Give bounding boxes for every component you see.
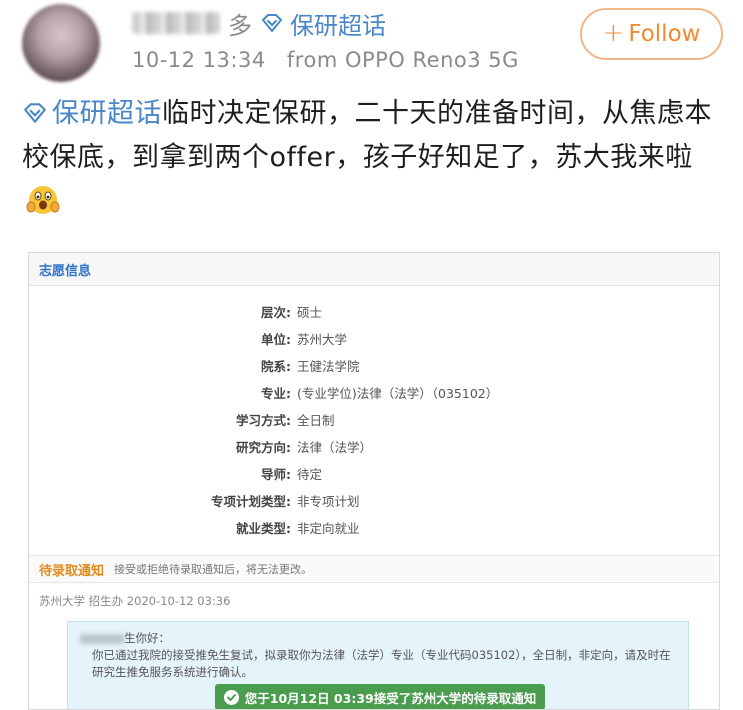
post-source: from OPPO Reno3 5G [286,48,519,72]
accept-status-text: 您于10月12日 03:39接受了苏州大学的待录取通知 [244,690,537,706]
panel-title: 志愿信息 [29,253,719,286]
embedded-screenshot: 志愿信息 层次: 硕士 单位: 苏州大学 院系: 王健法学院 专业: (专业学位… [28,252,720,710]
info-value: 非定向就业 [297,521,360,536]
follow-button[interactable]: + Follow [580,8,723,60]
info-key: 导师: [261,467,291,482]
info-value: (专业学位)法律（法学）（035102） [297,386,499,401]
accept-status-badge: 您于10月12日 03:39接受了苏州大学的待录取通知 [215,684,545,709]
info-row: 专业: (专业学位)法律（法学）（035102） [29,379,719,406]
diamond-icon [262,14,282,32]
post-meta: 10-12 13:34 from OPPO Reno3 5G [132,48,519,72]
info-value: 硕士 [297,305,323,320]
letter-body: 你已通过我院的接受推免生复试，拟录取你为法律（法学）专业（专业代码035102）… [92,648,671,679]
info-row: 层次: 硕士 [29,298,719,325]
scared-face-emoji-icon [26,186,60,214]
info-value: 待定 [297,467,323,482]
check-circle-icon [223,689,239,705]
info-key: 研究方向: [236,440,291,455]
info-row: 导师: 待定 [29,460,719,487]
info-value: 王健法学院 [297,359,360,374]
info-key: 就业类型: [236,521,291,536]
post-body: 保研超话临时决定保研，二十天的准备时间，从焦虑本校保底，到拿到两个offer，孩… [22,92,727,224]
avatar[interactable] [22,4,100,82]
username-suffix[interactable]: 多 [228,6,252,41]
info-key: 院系: [261,359,291,374]
redacted-username[interactable] [132,12,220,34]
info-key: 学习方式: [236,413,291,428]
info-value: 苏州大学 [297,332,348,347]
supertopic-tag[interactable]: 保研超话 [260,6,386,41]
letter-greeting: 生你好： [124,631,170,645]
info-key: 层次: [261,305,291,320]
post-timestamp: 10-12 13:34 [132,48,266,72]
notice-title: 待录取通知 [39,563,105,579]
info-value: 法律（法学） [297,440,373,455]
body-topic-link[interactable]: 保研超话 [22,98,162,129]
post-header-user: 多 保研超话 [132,6,386,40]
info-row: 研究方向: 法律（法学） [29,433,719,460]
info-value: 全日制 [297,413,335,428]
redacted-name [80,633,124,644]
info-row: 专项计划类型: 非专项计划 [29,487,719,514]
info-value: 非专项计划 [297,494,360,509]
notice-header: 待录取通知 接受或拒绝待录取通知后，将无法更改。 [29,555,719,583]
info-row: 单位: 苏州大学 [29,325,719,352]
body-topic-label: 保研超话 [52,98,162,129]
info-row: 院系: 王健法学院 [29,352,719,379]
notice-sender: 苏州大学 招生办 2020-10-12 03:36 [39,594,231,608]
supertopic-label: 保研超话 [290,11,386,40]
info-row: 学习方式: 全日制 [29,406,719,433]
info-key: 专项计划类型: [211,494,291,509]
info-key: 单位: [261,332,291,347]
info-key: 专业: [261,386,291,401]
plus-icon: + [602,18,625,48]
info-row: 就业类型: 非定向就业 [29,514,719,541]
info-list: 层次: 硕士 单位: 苏州大学 院系: 王健法学院 专业: (专业学位)法律（法… [29,286,719,541]
diamond-icon [24,103,46,123]
notice-description: 接受或拒绝待录取通知后，将无法更改。 [114,563,313,576]
follow-label: Follow [628,21,701,47]
